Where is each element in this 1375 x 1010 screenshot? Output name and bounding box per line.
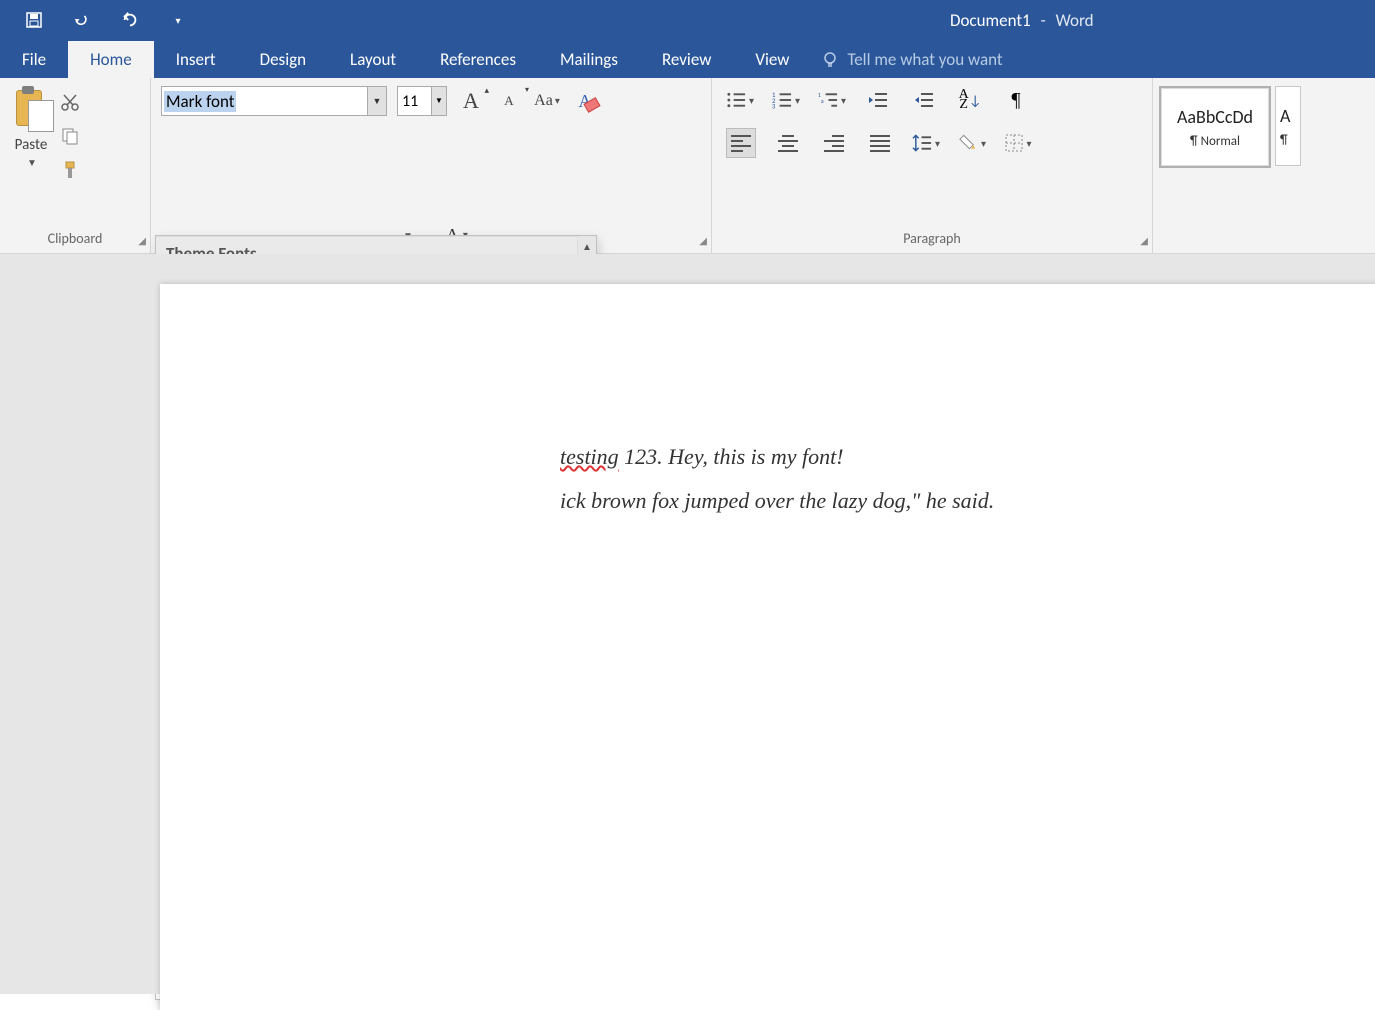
paste-dropdown-icon[interactable]: ▼ — [27, 156, 37, 169]
quick-access-toolbar: ▾ — [0, 11, 187, 29]
document-name: Document1 — [950, 10, 1031, 31]
format-painter-icon[interactable] — [60, 160, 80, 180]
paste-button[interactable]: Paste — [15, 136, 48, 154]
numbering-button[interactable]: 123▾ — [772, 86, 800, 114]
tab-mailings[interactable]: Mailings — [538, 41, 640, 78]
font-name-dropdown-icon[interactable]: ▼ — [367, 87, 386, 115]
borders-button[interactable]: ▾ — [1004, 129, 1032, 157]
decrease-indent-button[interactable] — [864, 86, 892, 114]
ribbon: Paste ▼ Clipboard ◢ Mark font ▼ — [0, 78, 1375, 254]
align-left-button[interactable] — [726, 128, 756, 158]
font-dialog-launcher-icon[interactable]: ◢ — [699, 234, 707, 247]
customize-qat-icon[interactable]: ▾ — [169, 11, 187, 29]
style-name-label: ¶ Normal — [1190, 134, 1240, 149]
scroll-up-icon[interactable]: ▲ — [578, 236, 596, 256]
tab-insert[interactable]: Insert — [154, 41, 238, 78]
svg-text:3: 3 — [772, 103, 776, 109]
font-name-combobox[interactable]: Mark font ▼ — [161, 86, 387, 116]
tab-home[interactable]: Home — [68, 41, 154, 78]
tab-references[interactable]: References — [418, 41, 538, 78]
tab-file[interactable]: File — [0, 41, 68, 78]
group-styles: AaBbCcDd ¶ Normal A ¶ — [1153, 78, 1307, 253]
document-line-1: testing 123. Hey, this is my font! — [560, 444, 1375, 470]
window-title: Document1 - Word — [950, 10, 1094, 31]
tab-view[interactable]: View — [733, 41, 811, 78]
style-sample: AaBbCcDd — [1177, 106, 1253, 128]
font-name-value: Mark font — [164, 91, 236, 112]
align-right-button[interactable] — [820, 129, 848, 157]
sort-button[interactable]: AZ ↓ — [956, 86, 984, 114]
lightbulb-icon — [821, 51, 839, 69]
app-name: Word — [1056, 10, 1094, 31]
group-clipboard: Paste ▼ Clipboard ◢ — [0, 78, 151, 253]
redo-icon[interactable] — [121, 11, 139, 29]
group-font: Mark font ▼ 11 ▼ A▴ A▾ Aa▾ A ▼ — [151, 78, 712, 253]
title-bar: ▾ Document1 - Word — [0, 0, 1375, 40]
shrink-font-button[interactable]: A▾ — [495, 87, 523, 115]
document-area: testing 123. Hey, this is my font! ick b… — [0, 254, 1375, 994]
tab-review[interactable]: Review — [640, 41, 733, 78]
style-normal[interactable]: AaBbCcDd ¶ Normal — [1159, 86, 1271, 168]
tell-me-placeholder: Tell me what you want — [847, 49, 1002, 70]
align-center-button[interactable] — [774, 129, 802, 157]
cut-icon[interactable] — [60, 92, 80, 112]
svg-text:a: a — [821, 98, 824, 105]
document-page[interactable]: testing 123. Hey, this is my font! ick b… — [160, 284, 1375, 1010]
bullets-button[interactable]: ▾ — [726, 86, 754, 114]
font-size-dropdown-icon[interactable]: ▼ — [431, 87, 446, 115]
font-size-value: 11 — [402, 92, 418, 111]
undo-icon[interactable] — [73, 11, 91, 29]
document-line-2: ick brown fox jumped over the lazy dog,"… — [560, 488, 1375, 514]
group-label-paragraph: Paragraph — [722, 230, 1142, 249]
change-case-button[interactable]: Aa▾ — [533, 87, 561, 115]
clipboard-dialog-launcher-icon[interactable]: ◢ — [138, 234, 146, 247]
tab-layout[interactable]: Layout — [328, 41, 418, 78]
show-hide-marks-button[interactable]: ¶ — [1002, 86, 1030, 114]
group-paragraph: ▾ 123▾ 1a▾ AZ ↓ ¶ ▾ ▾ ▾ Paragr — [712, 78, 1153, 253]
tab-design[interactable]: Design — [238, 41, 328, 78]
style-next[interactable]: A ¶ — [1275, 86, 1301, 166]
multilevel-list-button[interactable]: 1a▾ — [818, 86, 846, 114]
align-justify-button[interactable] — [866, 129, 894, 157]
ribbon-tabs: File Home Insert Design Layout Reference… — [0, 40, 1375, 78]
grow-font-button[interactable]: A▴ — [457, 87, 485, 115]
copy-icon[interactable] — [60, 126, 80, 146]
font-size-combobox[interactable]: 11 ▼ — [397, 86, 447, 116]
increase-indent-button[interactable] — [910, 86, 938, 114]
line-spacing-button[interactable]: ▾ — [912, 129, 940, 157]
paste-icon[interactable] — [10, 86, 52, 134]
group-label-clipboard: Clipboard — [10, 230, 140, 249]
tell-me-search[interactable]: Tell me what you want — [811, 41, 1012, 78]
clear-formatting-button[interactable]: A — [571, 87, 599, 115]
paragraph-dialog-launcher-icon[interactable]: ◢ — [1140, 234, 1148, 247]
shading-button[interactable]: ▾ — [958, 129, 986, 157]
save-icon[interactable] — [25, 11, 43, 29]
